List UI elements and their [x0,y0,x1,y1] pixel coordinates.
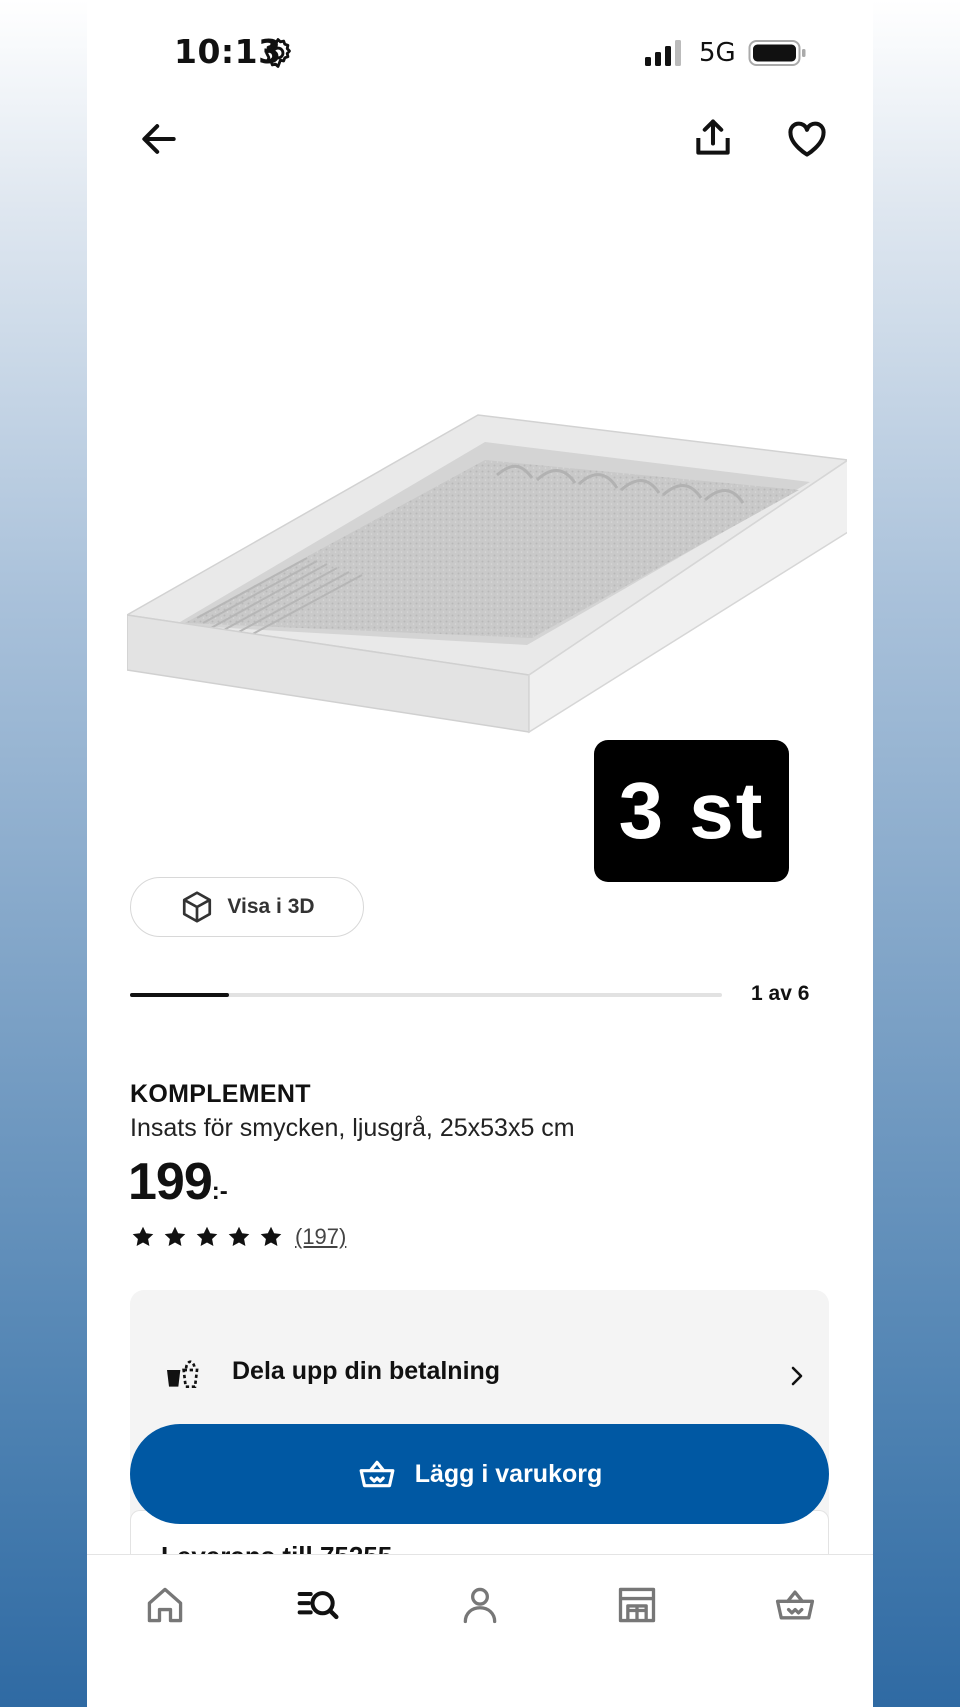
back-arrow-icon[interactable] [137,117,181,161]
view-3d-button[interactable]: Visa i 3D [130,877,364,937]
add-to-cart-label: Lägg i varukorg [414,1459,603,1488]
view-3d-label: Visa i 3D [227,895,315,918]
home-icon[interactable] [143,1583,187,1627]
split-payment-icon [167,1360,199,1388]
star-icon [132,1226,154,1246]
network-type: 5G [699,38,736,68]
phone-screen: 10:13 5G 3 st Visa i 3D 1 av 6 KOMPLEMEN… [87,0,873,1707]
gallery-progress-track[interactable] [130,993,722,997]
search-icon[interactable] [296,1583,340,1627]
status-bar: 10:13 5G [87,0,873,100]
star-icon [196,1226,218,1246]
product-image[interactable] [127,380,847,770]
gallery-progress-fill [130,993,229,997]
split-payment-label: Dela upp din betalning [232,1357,501,1385]
signal-icon [645,40,681,66]
star-icon [164,1226,186,1246]
basket-tab-icon[interactable] [773,1583,817,1627]
gallery-pager: 1 av 6 [751,982,810,1005]
battery-icon [748,40,806,66]
price-suffix: :- [211,1178,228,1205]
cube-icon [183,891,212,923]
star-icon [228,1226,250,1246]
heart-icon[interactable] [785,117,829,161]
profile-icon[interactable] [458,1583,502,1627]
chevron-right-icon [791,1366,803,1386]
price-value: 199 [128,1153,213,1211]
bottom-tab-bar [87,1554,873,1707]
store-icon[interactable] [615,1583,659,1627]
star-icon [260,1226,282,1246]
product-price: 199:- [128,1152,228,1212]
quantity-badge: 3 st [594,740,789,882]
rating-stars[interactable] [130,1224,284,1250]
basket-icon [359,1460,395,1488]
review-count-link[interactable]: (197) [295,1224,346,1250]
settings-gear-icon [265,38,291,68]
product-brand: KOMPLEMENT [130,1080,311,1108]
product-description: Insats för smycken, ljusgrå, 25x53x5 cm [130,1114,575,1142]
add-to-cart-button[interactable]: Lägg i varukorg [130,1424,829,1524]
share-icon[interactable] [691,116,735,160]
